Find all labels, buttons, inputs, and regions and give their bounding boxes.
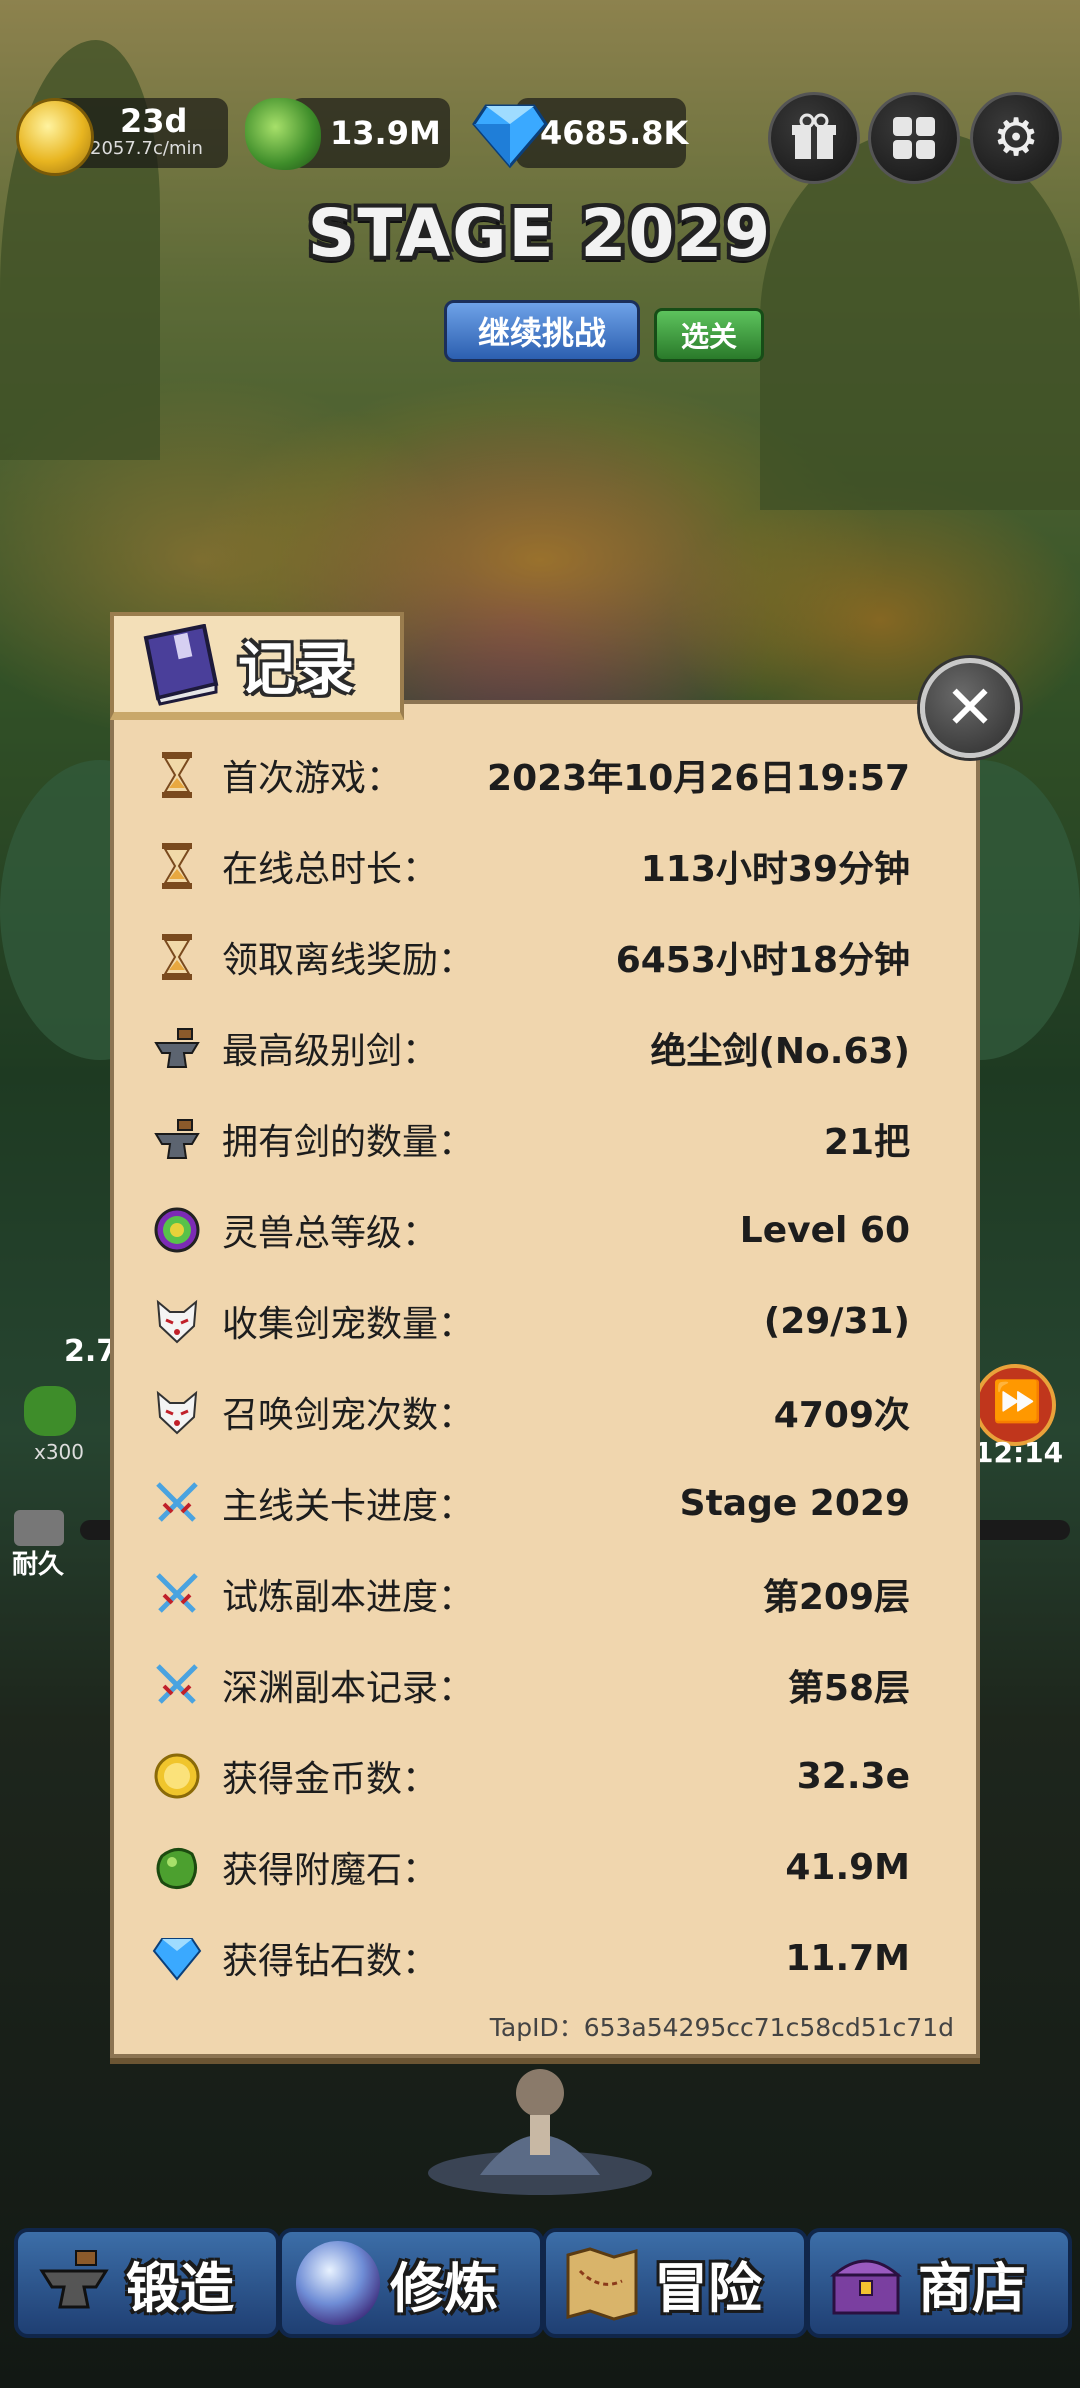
hourglass-icon bbox=[150, 930, 204, 984]
anvil-icon bbox=[14, 1510, 64, 1546]
nav-adventure[interactable]: 冒险 bbox=[542, 2228, 808, 2338]
stone-value: 13.9M bbox=[330, 114, 441, 152]
gold-coin-icon bbox=[150, 1749, 204, 1803]
nav-adventure-label: 冒险 bbox=[654, 2256, 762, 2320]
hourglass-icon bbox=[150, 748, 204, 802]
book-icon bbox=[143, 624, 219, 706]
record-row: 拥有剑的数量： 21把 bbox=[150, 1109, 910, 1169]
record-value: 绝尘剑(No.63) bbox=[650, 1031, 910, 1072]
continue-challenge-button[interactable]: 继续挑战 bbox=[444, 300, 640, 362]
record-value: 113小时39分钟 bbox=[640, 849, 910, 890]
diamond-value: 4685.8K bbox=[540, 114, 689, 152]
enchant-stone-icon bbox=[150, 1840, 204, 1894]
gear-icon: ⚙ bbox=[992, 108, 1040, 168]
record-row: 最高级别剑： 绝尘剑(No.63) bbox=[150, 1018, 910, 1078]
anvil-icon bbox=[150, 1021, 204, 1075]
record-label: 拥有剑的数量： bbox=[222, 1122, 475, 1163]
nav-forge-label: 锻造 bbox=[126, 2256, 234, 2320]
close-button[interactable]: ✕ bbox=[920, 658, 1020, 758]
durability-label: 耐久 bbox=[12, 1550, 65, 1580]
nav-forge[interactable]: 锻造 bbox=[14, 2228, 280, 2338]
record-value: 第58层 bbox=[787, 1668, 910, 1709]
stone-icon-small bbox=[24, 1386, 76, 1436]
record-label: 深渊副本记录： bbox=[222, 1668, 475, 1709]
close-icon: ✕ bbox=[944, 673, 996, 743]
record-label: 最高级别剑： bbox=[222, 1031, 439, 1072]
diamond-icon bbox=[472, 104, 548, 169]
nav-shop[interactable]: 商店 bbox=[806, 2228, 1072, 2338]
record-value: 11.7M bbox=[785, 1937, 910, 1979]
record-row: 深渊副本记录： 第58层 bbox=[150, 1655, 910, 1715]
record-row: 灵兽总等级： Level 60 bbox=[150, 1200, 910, 1260]
record-label: 主线关卡进度： bbox=[222, 1486, 475, 1527]
nav-shop-label: 商店 bbox=[918, 2256, 1026, 2320]
record-label: 灵兽总等级： bbox=[222, 1213, 439, 1254]
hourglass-icon bbox=[150, 839, 204, 893]
anvil-icon bbox=[150, 1112, 204, 1166]
crossed-swords-icon bbox=[150, 1567, 204, 1621]
fox-mask-icon bbox=[150, 1385, 204, 1439]
timer-label: 12:14 bbox=[974, 1436, 1064, 1469]
record-value: 第209层 bbox=[762, 1577, 910, 1618]
record-label: 获得附魔石： bbox=[222, 1850, 439, 1891]
diamond-icon bbox=[150, 1931, 204, 1985]
spirit-orb-icon bbox=[150, 1203, 204, 1257]
record-value: Stage 2029 bbox=[679, 1482, 910, 1524]
stage-title: STAGE 2029 bbox=[307, 195, 773, 272]
record-value: 6453小时18分钟 bbox=[615, 940, 910, 981]
record-value: (29/31) bbox=[763, 1300, 910, 1342]
record-label: 领取离线奖励： bbox=[222, 940, 475, 981]
record-row: 获得钻石数： 11.7M bbox=[150, 1928, 910, 1988]
record-value: 2023年10月26日19:57 bbox=[487, 758, 910, 799]
record-label: 首次游戏： bbox=[222, 758, 403, 799]
record-value: 41.9M bbox=[785, 1846, 910, 1888]
select-stage-button[interactable]: 选关 bbox=[654, 308, 764, 362]
record-row: 试炼副本进度： 第209层 bbox=[150, 1564, 910, 1624]
record-row: 在线总时长： 113小时39分钟 bbox=[150, 836, 910, 896]
anvil-icon bbox=[39, 2250, 109, 2309]
record-row: 首次游戏： 2023年10月26日19:57 bbox=[150, 745, 910, 805]
multiplier-label: x300 bbox=[34, 1440, 85, 1464]
record-value: 4709次 bbox=[773, 1395, 910, 1436]
record-label: 在线总时长： bbox=[222, 849, 439, 890]
fox-mask-icon bbox=[150, 1294, 204, 1348]
fast-forward-icon: ⏩ bbox=[992, 1379, 1042, 1425]
nav-cultivate[interactable]: 修炼 bbox=[278, 2228, 544, 2338]
nav-cultivate-label: 修炼 bbox=[390, 2256, 498, 2320]
settings-button[interactable]: ⚙ bbox=[970, 92, 1062, 184]
gift-icon bbox=[792, 113, 836, 159]
record-label: 获得金币数： bbox=[222, 1759, 439, 1800]
record-row: 召唤剑宠次数： 4709次 bbox=[150, 1382, 910, 1442]
crossed-swords-icon bbox=[150, 1658, 204, 1712]
record-label: 收集剑宠数量： bbox=[222, 1304, 475, 1345]
gold-rate: 2057.7c/min bbox=[90, 138, 203, 159]
tap-id: TapID：653a54295cc71c58cd51c71d bbox=[489, 2013, 954, 2042]
record-row: 收集剑宠数量： (29/31) bbox=[150, 1291, 910, 1351]
records-tab: 记录 bbox=[110, 612, 404, 720]
record-value: 21把 bbox=[823, 1122, 910, 1163]
grid-icon bbox=[893, 117, 935, 159]
record-row: 获得附魔石： 41.9M bbox=[150, 1837, 910, 1897]
record-value: Level 60 bbox=[739, 1209, 910, 1251]
treasure-chest-icon bbox=[830, 2259, 902, 2315]
gold-coin-icon bbox=[16, 98, 94, 176]
record-label: 召唤剑宠次数： bbox=[222, 1395, 475, 1436]
menu-grid-button[interactable] bbox=[868, 92, 960, 184]
gold-value: 23d bbox=[120, 102, 188, 140]
record-row: 获得金币数： 32.3e bbox=[150, 1746, 910, 1806]
crystal-orb-icon bbox=[296, 2241, 380, 2325]
record-row: 领取离线奖励： 6453小时18分钟 bbox=[150, 927, 910, 987]
fast-forward-button[interactable]: ⏩ bbox=[974, 1364, 1056, 1446]
monk-character bbox=[428, 2069, 652, 2195]
gift-button[interactable] bbox=[768, 92, 860, 184]
record-row: 主线关卡进度： Stage 2029 bbox=[150, 1473, 910, 1533]
crossed-swords-icon bbox=[150, 1476, 204, 1530]
record-label: 获得钻石数： bbox=[222, 1941, 439, 1982]
records-title: 记录 bbox=[238, 635, 355, 703]
map-scroll-icon bbox=[566, 2247, 638, 2321]
enchant-stone-icon bbox=[245, 98, 321, 170]
record-label: 试炼副本进度： bbox=[222, 1577, 475, 1618]
record-value: 32.3e bbox=[796, 1755, 910, 1797]
